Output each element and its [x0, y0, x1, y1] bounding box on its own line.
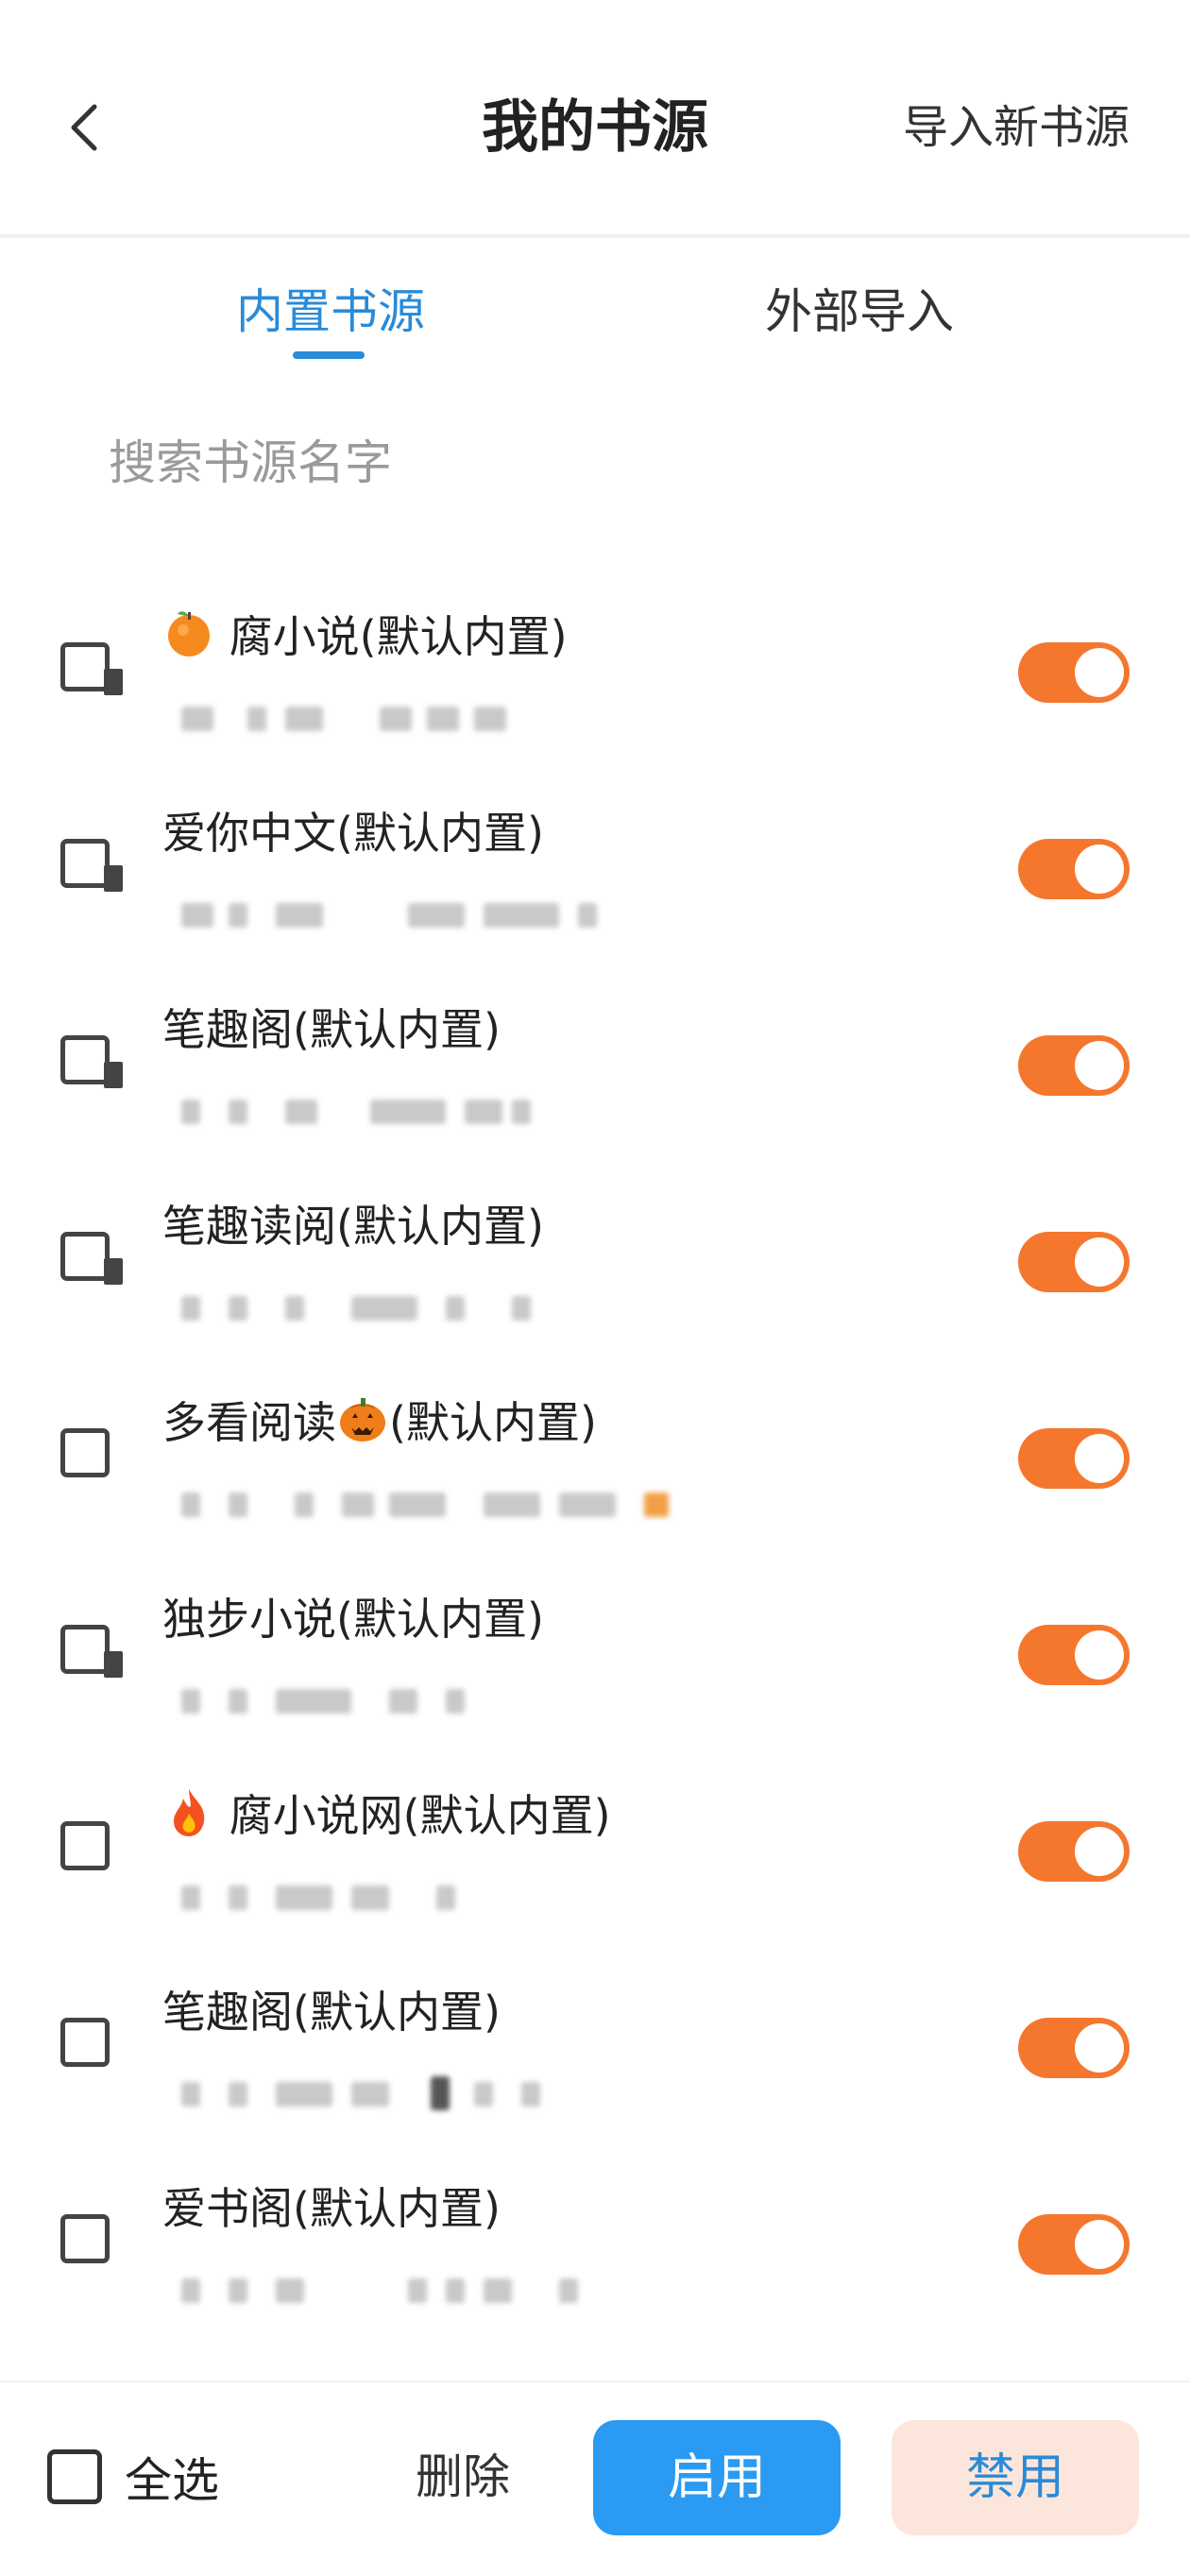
source-enable-toggle[interactable] [1018, 1035, 1130, 1096]
import-new-source-button[interactable]: 导入新书源 [903, 94, 1130, 161]
source-url-blurred [162, 894, 597, 931]
disable-button[interactable]: 禁用 [892, 2420, 1139, 2535]
source-url-blurred [162, 2073, 597, 2110]
source-enable-toggle[interactable] [1018, 1428, 1130, 1489]
source-enable-toggle[interactable] [1018, 839, 1130, 899]
row-checkbox[interactable] [60, 2214, 110, 2263]
bottom-action-bar: 全选 删除 启用 禁用 [0, 2380, 1190, 2576]
enable-button[interactable]: 启用 [593, 2420, 841, 2535]
source-title-text: 腐小说(默认内置) [229, 611, 568, 662]
toggle-knob [1075, 2220, 1124, 2269]
source-enable-toggle[interactable] [1018, 2018, 1130, 2078]
source-title: 腐小说网(默认内置) [162, 1785, 611, 1846]
source-title: 笔趣阁(默认内置) [162, 1004, 501, 1055]
select-all-toggle[interactable]: 全选 [47, 2434, 219, 2519]
source-title: 多看阅读 (默认内置) [162, 1392, 597, 1453]
toggle-knob [1075, 648, 1124, 697]
jack-o-lantern-icon [340, 1398, 385, 1442]
list-item: 爱你中文(默认内置) [0, 782, 1190, 979]
source-title: 腐小说(默认内置) [162, 606, 568, 667]
list-item: 笔趣阁(默认内置) [0, 979, 1190, 1175]
checkbox-corner-mark [104, 1062, 123, 1088]
tangerine-icon [168, 611, 210, 657]
source-enable-toggle[interactable] [1018, 2214, 1130, 2275]
tab-bar: 内置书源 外部导入 [0, 264, 1190, 368]
toggle-knob [1075, 2023, 1124, 2073]
source-url-blurred [162, 1090, 597, 1128]
source-title-text: 多看阅读 [162, 1397, 336, 1448]
delete-button[interactable]: 删除 [397, 2434, 529, 2519]
row-checkbox[interactable] [60, 1625, 110, 1674]
source-title-text: 腐小说网(默认内置) [229, 1790, 611, 1841]
source-url-blurred [162, 1876, 597, 1914]
active-tab-indicator [293, 351, 365, 359]
my-book-sources-screen: 我的书源 导入新书源 内置书源 外部导入 腐小说(默认内置) [0, 0, 1190, 2576]
list-item: 笔趣阁(默认内置) [0, 1961, 1190, 2158]
source-enable-toggle[interactable] [1018, 642, 1130, 703]
row-checkbox[interactable] [60, 642, 110, 691]
checkbox-corner-mark [104, 865, 123, 892]
toggle-knob [1075, 1041, 1124, 1090]
list-item: 笔趣读阅(默认内置) [0, 1175, 1190, 1372]
list-item: 腐小说(默认内置) [0, 586, 1190, 782]
toggle-knob [1075, 844, 1124, 894]
source-enable-toggle[interactable] [1018, 1625, 1130, 1685]
row-checkbox[interactable] [60, 1035, 110, 1084]
toggle-knob [1075, 1827, 1124, 1876]
header: 我的书源 导入新书源 [0, 0, 1190, 238]
fire-icon [174, 1789, 205, 1836]
row-checkbox[interactable] [60, 1821, 110, 1870]
search-input[interactable] [109, 425, 1053, 501]
list-item: 多看阅读 (默认内置) [0, 1372, 1190, 1568]
source-title: 独步小说(默认内置) [162, 1594, 544, 1645]
checkbox-corner-mark [104, 669, 123, 695]
source-title: 爱你中文(默认内置) [162, 808, 544, 859]
source-url-blurred [162, 2269, 597, 2307]
row-checkbox[interactable] [60, 1232, 110, 1281]
source-title: 爱书阁(默认内置) [162, 2183, 501, 2234]
row-checkbox[interactable] [60, 2018, 110, 2067]
select-all-label: 全选 [125, 2453, 219, 2508]
source-title: 笔趣读阅(默认内置) [162, 1201, 544, 1252]
list-item: 爱书阁(默认内置) [0, 2158, 1190, 2354]
source-enable-toggle[interactable] [1018, 1232, 1130, 1292]
source-url-blurred [162, 1287, 597, 1324]
source-url-blurred [162, 1483, 691, 1521]
source-url-blurred [162, 1680, 597, 1717]
select-all-checkbox[interactable] [47, 2449, 102, 2504]
list-item: 独步小说(默认内置) [0, 1568, 1190, 1765]
row-checkbox[interactable] [60, 839, 110, 888]
source-enable-toggle[interactable] [1018, 1821, 1130, 1882]
source-url-blurred [162, 697, 597, 735]
toggle-knob [1075, 1630, 1124, 1680]
checkbox-corner-mark [104, 1258, 123, 1285]
checkbox-corner-mark [104, 1651, 123, 1678]
toggle-knob [1075, 1434, 1124, 1483]
source-title-suffix: (默认内置) [389, 1397, 597, 1448]
row-checkbox[interactable] [60, 1428, 110, 1477]
tab-external-import[interactable]: 外部导入 [699, 264, 1020, 368]
toggle-knob [1075, 1237, 1124, 1287]
source-title: 笔趣阁(默认内置) [162, 1987, 501, 2038]
list-item: 腐小说网(默认内置) [0, 1765, 1190, 1961]
